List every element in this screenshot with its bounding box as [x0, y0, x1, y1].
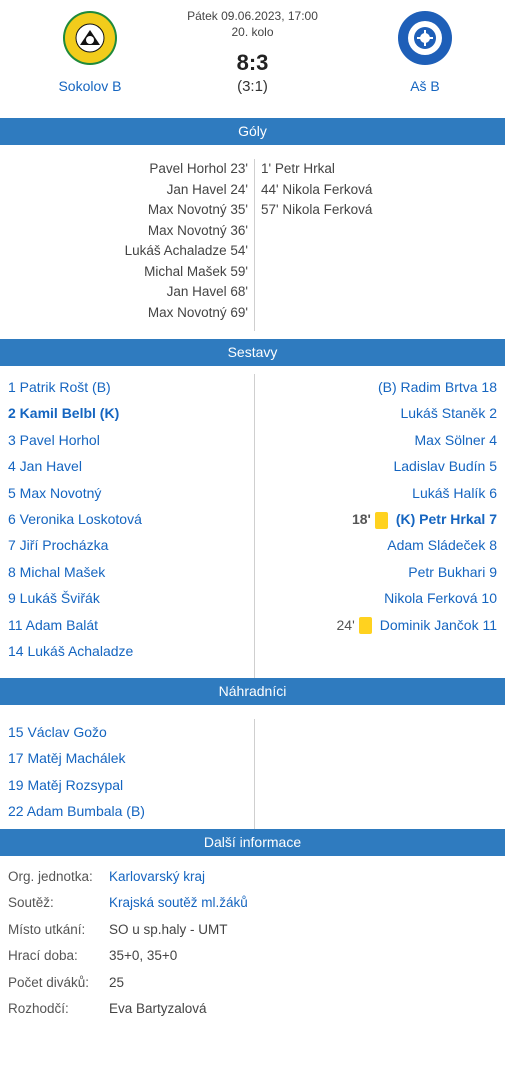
goal-entry: Max Novotný 36' — [147, 222, 248, 238]
yellow-card-icon — [358, 617, 372, 635]
info-section: Org. jednotka: Karlovarský kraj Soutěž: … — [0, 856, 505, 1022]
info-value-link[interactable]: Krajská soutěž ml.žáků — [109, 890, 248, 916]
player-link[interactable]: 14 Lukáš Achaladze — [8, 638, 254, 664]
goal-entry: Jan Havel 24' — [166, 181, 248, 197]
player-link[interactable]: 19 Matěj Rozsypal — [8, 772, 254, 798]
info-label: Hrací doba: — [8, 948, 78, 964]
player-link[interactable]: 6 Veronika Loskotová — [8, 506, 254, 532]
yellow-card-icon — [374, 511, 388, 529]
info-label: Rozhodčí: — [8, 1000, 69, 1016]
goals-section: Pavel Horhol 23' Jan Havel 24' Max Novot… — [0, 145, 505, 339]
info-value: 35+0, 35+0 — [109, 948, 178, 964]
match-info: Pátek 09.06.2023, 17:00 20. kolo 8:3 (3:… — [143, 8, 363, 95]
match-date: Pátek 09.06.2023, 17:00 — [187, 9, 318, 23]
player-row-with-card: 24' Dominik Jančok 11 — [255, 612, 497, 638]
player-link[interactable]: 1 Patrik Rošt (B) — [8, 374, 254, 400]
home-goals: Pavel Horhol 23' Jan Havel 24' Max Novot… — [0, 159, 255, 331]
info-row: Org. jednotka: Karlovarský kraj — [8, 864, 505, 890]
info-row: Soutěž: Krajská soutěž ml.žáků — [8, 890, 505, 916]
goal-entry: Jan Havel 68' — [166, 284, 248, 299]
player-link[interactable]: Lukáš Halík 6 — [255, 480, 497, 506]
player-link[interactable]: 17 Matěj Machálek — [8, 745, 254, 771]
info-value: SO u sp.haly - UMT — [109, 921, 228, 937]
goal-entry: Pavel Horhol 23' — [149, 161, 248, 176]
player-link[interactable]: Ladislav Budín 5 — [255, 453, 497, 479]
away-team-name: Aš B — [410, 78, 440, 94]
info-label: Org. jednotka: — [8, 869, 93, 884]
player-link[interactable]: 9 Lukáš Šviřák — [8, 585, 254, 611]
player-link[interactable]: (B) Radim Brtva 18 — [255, 374, 497, 400]
away-team[interactable]: Aš B — [345, 10, 505, 94]
subs-section: 15 Václav Gožo 17 Matěj Machálek 19 Matě… — [0, 705, 505, 829]
info-row: Místo utkání: SO u sp.haly - UMT — [8, 917, 505, 943]
info-row: Počet diváků: 25 — [8, 970, 505, 996]
info-label: Počet diváků: — [8, 974, 90, 990]
lineups-section-header: Sestavy — [0, 339, 505, 366]
card-minute: 24' — [336, 616, 355, 633]
info-row: Rozhodčí: Eva Bartyzalová — [8, 996, 505, 1022]
player-link[interactable]: (K) Petr Hrkal 7 — [396, 511, 497, 527]
info-value-link[interactable]: Karlovarský kraj — [109, 864, 205, 890]
match-round: 20. kolo — [231, 25, 274, 39]
goal-entry: 57' Nikola Ferková — [261, 202, 373, 217]
player-link[interactable]: Nikola Ferková 10 — [255, 585, 497, 611]
player-link[interactable]: Petr Bukhari 9 — [255, 559, 497, 585]
info-label: Soutěž: — [8, 895, 54, 911]
player-link[interactable]: Max Sölner 4 — [255, 427, 497, 453]
player-link[interactable]: 11 Adam Balát — [8, 612, 254, 638]
goal-entry: Max Novotný 69' — [147, 304, 248, 320]
halftime-score: (3:1) — [237, 78, 268, 95]
player-link[interactable]: 2 Kamil Belbl (K) — [8, 400, 254, 426]
player-link[interactable]: Adam Sládeček 8 — [255, 532, 497, 558]
info-value: 25 — [109, 974, 125, 990]
home-subs: 15 Václav Gožo 17 Matěj Machálek 19 Matě… — [0, 719, 255, 829]
home-team-logo — [63, 11, 117, 65]
player-link[interactable]: 15 Václav Gožo — [8, 719, 254, 745]
home-lineup: 1 Patrik Rošt (B) 2 Kamil Belbl (K) 3 Pa… — [0, 374, 255, 678]
player-link[interactable]: 3 Pavel Horhol — [8, 427, 254, 453]
away-team-logo — [398, 11, 452, 65]
away-lineup: (B) Radim Brtva 18 Lukáš Staněk 2 Max Sö… — [255, 374, 505, 678]
player-link[interactable]: 22 Adam Bumbala (B) — [8, 798, 254, 824]
player-row-with-card: 18' (K) Petr Hrkal 7 — [255, 506, 497, 532]
subs-section-header: Náhradníci — [0, 678, 505, 705]
info-label: Místo utkání: — [8, 921, 86, 937]
player-link[interactable]: 7 Jiří Procházka — [8, 532, 254, 558]
goals-section-header: Góly — [0, 118, 505, 145]
goal-entry: Michal Mašek 59' — [144, 263, 248, 279]
away-goals: 1' Petr Hrkal 44' Nikola Ferková 57' Nik… — [255, 159, 505, 331]
lineups-section: 1 Patrik Rošt (B) 2 Kamil Belbl (K) 3 Pa… — [0, 366, 505, 678]
info-row: Hrací doba: 35+0, 35+0 — [8, 943, 505, 969]
match-score: 8:3 — [236, 50, 269, 75]
player-link[interactable]: 5 Max Novotný — [8, 480, 254, 506]
player-link[interactable]: Lukáš Staněk 2 — [255, 400, 497, 426]
goal-entry: Lukáš Achaladze 54' — [124, 243, 248, 258]
card-minute: 18' — [351, 510, 371, 527]
goal-entry: Max Novotný 35' — [147, 202, 248, 217]
match-header: Sokolov B Pátek 09.06.2023, 17:00 20. ko… — [0, 0, 505, 118]
info-value: Eva Bartyzalová — [109, 1000, 207, 1016]
player-link[interactable]: Dominik Jančok 11 — [380, 617, 497, 633]
player-link[interactable]: 4 Jan Havel — [8, 453, 254, 479]
goal-entry: 44' Nikola Ferková — [261, 181, 373, 197]
away-subs — [255, 719, 505, 829]
player-link[interactable]: 8 Michal Mašek — [8, 559, 254, 585]
goal-entry: 1' Petr Hrkal — [261, 161, 335, 176]
info-section-header: Další informace — [0, 829, 505, 856]
